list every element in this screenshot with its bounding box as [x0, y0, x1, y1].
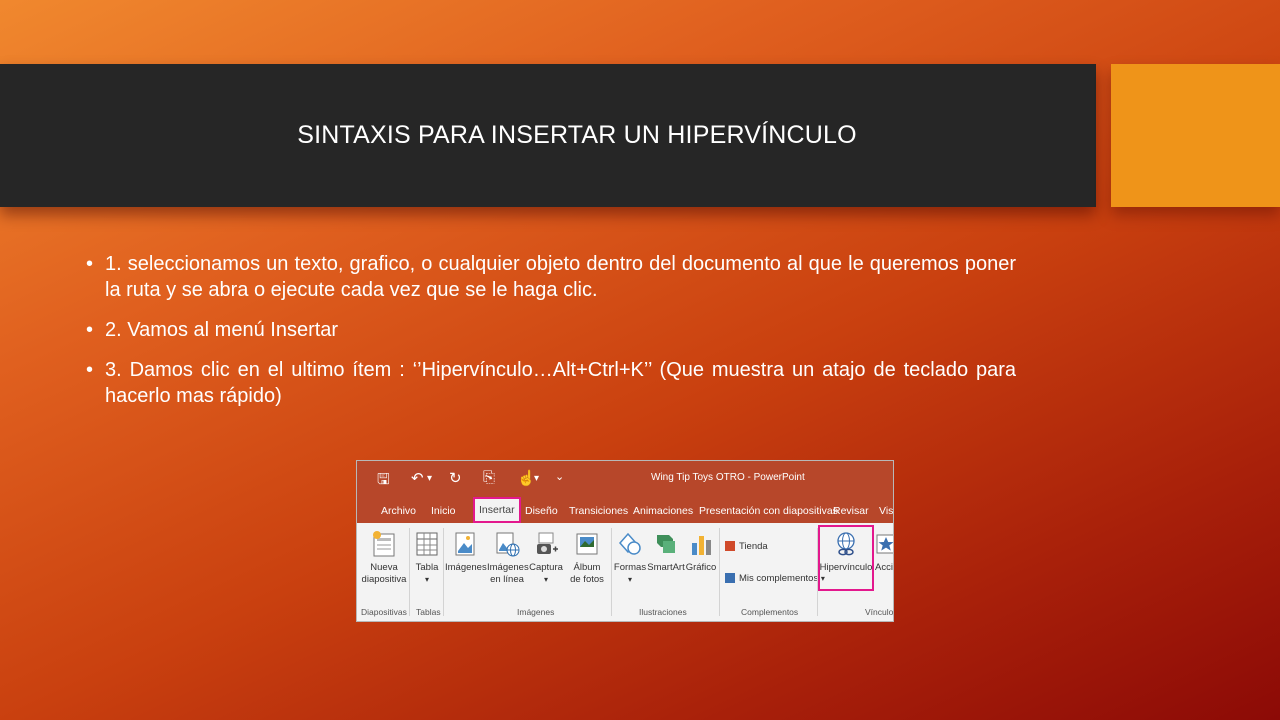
- tab-animaciones[interactable]: Animaciones: [633, 505, 693, 517]
- store-label: Tienda: [739, 541, 768, 552]
- photo-album-button[interactable]: Álbum de fotos: [565, 529, 609, 586]
- quick-access-toolbar: 🖫 ↶ ▾ ↻ ⎘ ☝ ▾ ⌄ Wing Tip Toys OTRO - Pow…: [357, 461, 893, 497]
- tab-presentacion[interactable]: Presentación con diapositivas: [699, 505, 838, 517]
- ribbon-body: Nueva diapositiva Diapositivas Tabla ▾ T…: [357, 523, 894, 621]
- chart-icon: [692, 536, 711, 555]
- present-icon[interactable]: ⎘: [483, 469, 495, 486]
- smartart-label: SmartArt: [647, 562, 685, 573]
- tab-insertar[interactable]: Insertar: [473, 497, 521, 523]
- action-button[interactable]: Acció: [875, 529, 893, 574]
- slide-title-bar: SINTAXIS PARA INSERTAR UN HIPERVÍNCULO: [0, 64, 1096, 207]
- group-divider: [443, 528, 444, 616]
- table-button[interactable]: Tabla ▾: [412, 529, 442, 586]
- tab-revisar[interactable]: Revisar: [833, 505, 869, 517]
- store-button[interactable]: Tienda: [725, 541, 768, 552]
- touch-mode-icon[interactable]: ☝: [517, 469, 536, 487]
- smartart-icon: [657, 535, 675, 553]
- bullet-text: 2. Vamos al menú Insertar: [105, 319, 339, 341]
- star-icon: [876, 534, 893, 554]
- store-icon: [725, 541, 735, 552]
- tab-diseno[interactable]: Diseño: [525, 505, 558, 517]
- group-label-complementos: Complementos: [741, 607, 799, 617]
- photo-album-icon: [576, 533, 598, 555]
- group-divider: [409, 528, 410, 616]
- chevron-down-icon: ▾: [424, 575, 429, 584]
- group-label-ilustraciones: Ilustraciones: [639, 607, 687, 617]
- screenshot-button[interactable]: Captura ▾: [529, 529, 563, 586]
- my-addins-label: Mis complementos: [739, 573, 819, 584]
- chart-button[interactable]: Gráfico: [685, 529, 717, 574]
- customize-qat-icon[interactable]: ⌄: [555, 470, 564, 483]
- camera-icon: [537, 532, 558, 554]
- chart-label: Gráfico: [685, 562, 717, 573]
- smartart-button[interactable]: SmartArt: [647, 529, 685, 574]
- ribbon-screenshot: 🖫 ↶ ▾ ↻ ⎘ ☝ ▾ ⌄ Wing Tip Toys OTRO - Pow…: [356, 460, 894, 622]
- new-slide-icon: [373, 531, 395, 557]
- chevron-down-icon: ▾: [543, 575, 548, 584]
- screenshot-label: Captura: [529, 562, 563, 573]
- tab-vista[interactable]: Vis: [879, 505, 893, 517]
- redo-icon[interactable]: ↻: [449, 469, 462, 487]
- my-addins-button[interactable]: Mis complementos ▾: [725, 573, 825, 584]
- bullet-dot: •: [86, 319, 94, 341]
- tab-transiciones[interactable]: Transiciones: [569, 505, 628, 517]
- addins-icon: [725, 573, 735, 584]
- online-pictures-label: Imágenes en línea: [487, 562, 529, 585]
- group-divider: [611, 528, 612, 616]
- ribbon-tabs: Archivo Inicio Insertar Diseño Transicio…: [357, 497, 893, 523]
- photo-album-label: Álbum de fotos: [570, 562, 604, 585]
- bullet-text: 3. Damos clic en el ultimo ítem : ‘’Hipe…: [105, 359, 1016, 407]
- hyperlink-button[interactable]: Hipervínculo: [819, 529, 873, 574]
- action-label: Acció: [875, 562, 893, 573]
- group-label-tablas: Tablas: [416, 607, 441, 617]
- hyperlink-label: Hipervínculo: [819, 562, 873, 573]
- undo-icon[interactable]: ↶: [411, 469, 424, 487]
- tab-archivo[interactable]: Archivo: [381, 505, 416, 517]
- group-label-vinculos: Vínculos: [865, 607, 894, 617]
- tab-inicio[interactable]: Inicio: [431, 505, 456, 517]
- shapes-button[interactable]: Formas ▾: [613, 529, 647, 586]
- hyperlink-icon: [837, 532, 855, 556]
- new-slide-label: Nueva diapositiva: [361, 562, 407, 585]
- bullet-list: • 1. seleccionamos un texto, grafico, o …: [86, 251, 1016, 423]
- shapes-icon: [618, 532, 641, 555]
- online-pictures-icon: [496, 532, 520, 557]
- pictures-label: Imágenes: [445, 562, 487, 573]
- group-label-imagenes: Imágenes: [517, 607, 555, 617]
- table-icon: [416, 532, 438, 556]
- bullet-dot: •: [86, 253, 94, 275]
- bullet-item-2: • 2. Vamos al menú Insertar: [86, 317, 1016, 343]
- online-pictures-button[interactable]: Imágenes en línea: [487, 529, 529, 586]
- chevron-down-icon: ▾: [627, 575, 632, 584]
- app-title: Wing Tip Toys OTRO - PowerPoint: [651, 472, 805, 483]
- shapes-label: Formas: [613, 562, 647, 573]
- bullet-dot: •: [86, 359, 94, 381]
- pictures-icon: [455, 532, 475, 556]
- group-label-diapositivas: Diapositivas: [361, 607, 407, 617]
- accent-square: [1111, 64, 1280, 207]
- touch-dropdown-icon[interactable]: ▾: [534, 473, 539, 484]
- bullet-text: 1. seleccionamos un texto, grafico, o cu…: [105, 253, 1016, 301]
- pictures-button[interactable]: Imágenes: [445, 529, 487, 574]
- slide-title: SINTAXIS PARA INSERTAR UN HIPERVÍNCULO: [297, 121, 857, 149]
- new-slide-button[interactable]: Nueva diapositiva: [361, 529, 407, 586]
- bullet-item-3: • 3. Damos clic en el ultimo ítem : ‘’Hi…: [86, 357, 1016, 409]
- group-divider: [719, 528, 720, 616]
- table-label: Tabla: [415, 562, 439, 573]
- save-icon[interactable]: 🖫: [377, 469, 390, 494]
- bullet-item-1: • 1. seleccionamos un texto, grafico, o …: [86, 251, 1016, 303]
- undo-dropdown-icon[interactable]: ▾: [427, 473, 432, 484]
